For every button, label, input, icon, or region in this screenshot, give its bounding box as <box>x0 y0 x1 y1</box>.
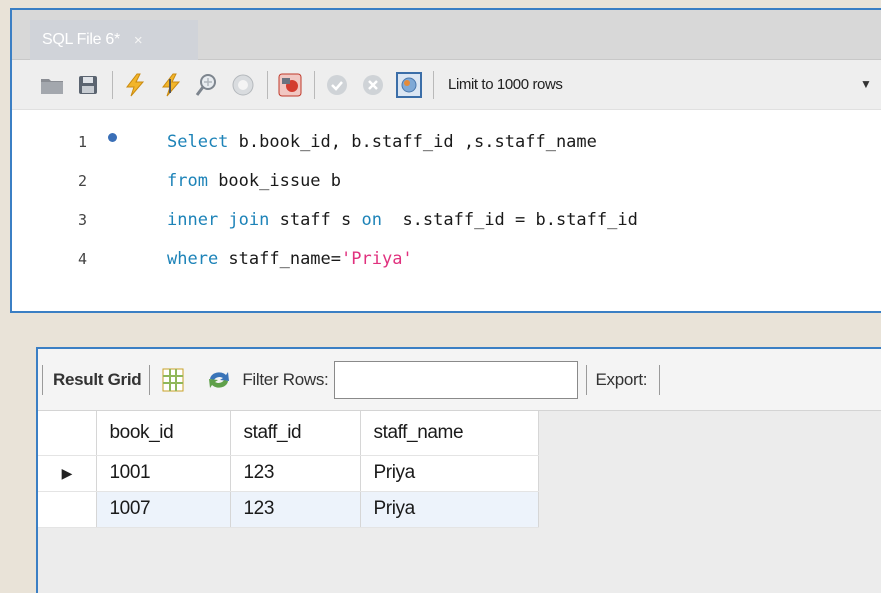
toolbar-separator <box>586 364 588 395</box>
sql-keyword: from <box>167 170 208 191</box>
code-text: Select b.book_id, b.staff_id ,s.staff_na… <box>167 132 597 152</box>
sql-code-area[interactable]: 1 Select b.book_id, b.staff_id ,s.staff_n… <box>12 110 881 278</box>
sql-keyword: where <box>167 248 219 269</box>
toolbar-separator <box>314 70 315 99</box>
table-cell[interactable]: 1007 <box>96 491 231 528</box>
result-grid: book_id staff_id staff_name ▶ 1001 123 P… <box>38 411 881 593</box>
toolbar-separator <box>112 70 113 99</box>
table-cell[interactable]: 123 <box>230 455 361 492</box>
limit-rows-select[interactable]: Limit to 1000 rows <box>448 76 563 93</box>
close-icon[interactable]: × <box>134 32 143 49</box>
sql-token: b.book_id, b.staff_id ,s.staff_name <box>228 131 597 152</box>
table-row[interactable]: ▶ 1001 123 Priya <box>38 455 539 492</box>
editor-toolbar: Limit to 1000 rows ▼ <box>12 60 881 110</box>
table-cell[interactable]: Priya <box>360 491 539 528</box>
result-grid-panel: Result Grid Filter Rows: Export: book_id… <box>36 347 881 593</box>
line-number: 1 <box>78 132 88 151</box>
tab-label: SQL File 6* <box>42 31 120 48</box>
statement-marker-icon <box>108 133 117 142</box>
sql-keyword: on <box>361 209 382 230</box>
sql-keyword: inner join <box>167 209 270 230</box>
editor-tab-bar: SQL File 6* × <box>12 10 881 60</box>
dropdown-arrow-icon[interactable]: ▼ <box>860 77 872 91</box>
toolbar-separator <box>42 364 43 395</box>
filter-rows-input[interactable] <box>334 360 579 399</box>
result-table: book_id staff_id staff_name ▶ 1001 123 P… <box>38 411 539 528</box>
column-header[interactable]: book_id <box>96 411 231 456</box>
line-number: 3 <box>78 210 88 229</box>
folder-icon[interactable] <box>38 71 66 99</box>
sql-token: staff_name= <box>218 248 342 269</box>
commit-icon[interactable] <box>323 71 351 99</box>
result-grid-tab[interactable]: Result Grid <box>53 370 142 390</box>
toolbar-separator <box>659 364 661 395</box>
table-cell[interactable]: 1001 <box>96 455 231 492</box>
table-header-row: book_id staff_id staff_name <box>38 411 539 456</box>
refresh-icon[interactable] <box>206 369 232 391</box>
sql-keyword: Select <box>167 131 229 152</box>
execute-statement-icon[interactable] <box>157 71 185 99</box>
code-text: inner join staff s on s.staff_id = b.sta… <box>167 210 638 230</box>
row-gutter <box>38 491 97 528</box>
code-text: where staff_name='Priya' <box>167 249 413 269</box>
sql-token: book_issue b <box>207 170 342 191</box>
toolbar-separator <box>149 364 151 395</box>
rollback-icon[interactable] <box>359 71 387 99</box>
toolbar-separator <box>267 70 268 99</box>
sql-editor-panel: SQL File 6* × Limit to 1000 rows ▼ 1 Sel… <box>10 8 881 313</box>
result-toolbar: Result Grid Filter Rows: Export: <box>38 349 881 411</box>
row-gutter-header <box>38 411 97 456</box>
sql-string: 'Priya' <box>341 248 413 269</box>
table-cell[interactable]: Priya <box>360 455 539 492</box>
column-header[interactable]: staff_name <box>360 411 539 456</box>
table-row[interactable]: 1007 123 Priya <box>38 491 539 528</box>
code-text: from book_issue b <box>167 171 341 191</box>
autocommit-icon[interactable] <box>395 71 423 99</box>
tab-sql-file[interactable]: SQL File 6* × <box>30 20 198 60</box>
filter-rows-label: Filter Rows: <box>242 369 329 389</box>
line-number: 2 <box>78 171 88 190</box>
sql-token: staff s <box>269 209 362 230</box>
execute-icon[interactable] <box>121 71 149 99</box>
line-number: 4 <box>78 249 88 268</box>
current-row-icon: ▶ <box>38 455 97 492</box>
save-icon[interactable] <box>74 71 102 99</box>
code-line[interactable]: 4 where staff_name='Priya' <box>12 239 881 278</box>
column-header[interactable]: staff_id <box>230 411 361 456</box>
export-label: Export: <box>595 369 648 389</box>
code-line[interactable]: 1 Select b.book_id, b.staff_id ,s.staff_n… <box>12 122 881 161</box>
sql-token: s.staff_id = b.staff_id <box>381 209 638 230</box>
grid-view-icon[interactable] <box>162 368 184 392</box>
stop-icon[interactable] <box>229 71 257 99</box>
table-cell[interactable]: 123 <box>230 491 361 528</box>
explain-icon[interactable] <box>193 71 221 99</box>
toolbar-separator <box>433 70 434 99</box>
toggle-error-icon[interactable] <box>276 71 304 99</box>
code-line[interactable]: 2 from book_issue b <box>12 161 881 200</box>
code-line[interactable]: 3 inner join staff s on s.staff_id = b.st… <box>12 200 881 239</box>
